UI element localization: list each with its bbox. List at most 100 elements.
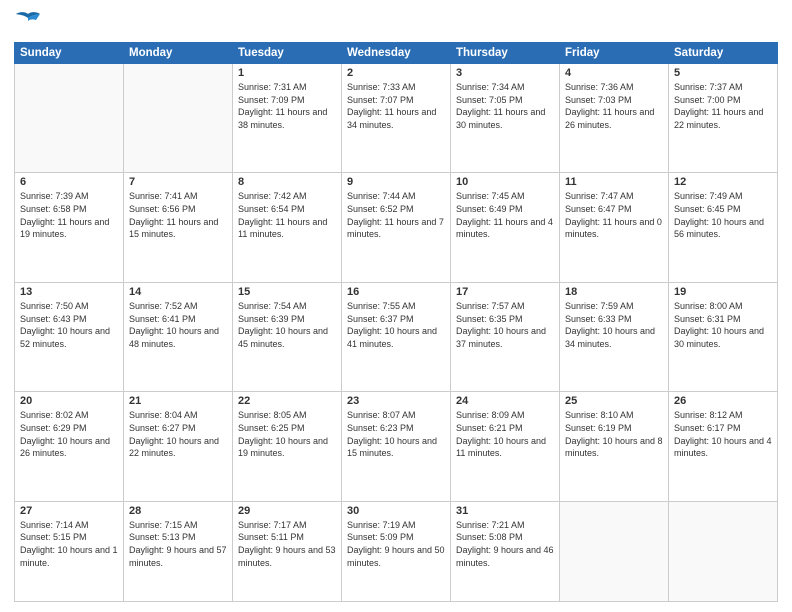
day-number: 16 — [347, 286, 445, 298]
day-number: 22 — [238, 395, 336, 407]
calendar-cell: 19 Sunrise: 8:00 AM Sunset: 6:31 PM Dayli… — [669, 282, 778, 391]
day-number: 31 — [456, 505, 554, 517]
day-info: Sunrise: 8:05 AM Sunset: 6:25 PM Dayligh… — [238, 409, 336, 459]
calendar-cell: 23 Sunrise: 8:07 AM Sunset: 6:23 PM Dayli… — [342, 392, 451, 501]
day-info: Sunrise: 8:02 AM Sunset: 6:29 PM Dayligh… — [20, 409, 118, 459]
calendar-cell: 6 Sunrise: 7:39 AM Sunset: 6:58 PM Daylig… — [15, 173, 124, 282]
day-info: Sunrise: 8:09 AM Sunset: 6:21 PM Dayligh… — [456, 409, 554, 459]
calendar-cell: 21 Sunrise: 8:04 AM Sunset: 6:27 PM Dayli… — [124, 392, 233, 501]
day-number: 3 — [456, 67, 554, 79]
weekday-header-monday: Monday — [124, 43, 233, 64]
day-number: 13 — [20, 286, 118, 298]
calendar-cell: 25 Sunrise: 8:10 AM Sunset: 6:19 PM Dayli… — [560, 392, 669, 501]
calendar-cell: 31 Sunrise: 7:21 AM Sunset: 5:08 PM Dayli… — [451, 501, 560, 601]
day-info: Sunrise: 8:04 AM Sunset: 6:27 PM Dayligh… — [129, 409, 227, 459]
week-row-3: 13 Sunrise: 7:50 AM Sunset: 6:43 PM Dayli… — [15, 282, 778, 391]
calendar-cell — [669, 501, 778, 601]
day-number: 6 — [20, 176, 118, 188]
day-info: Sunrise: 7:41 AM Sunset: 6:56 PM Dayligh… — [129, 190, 227, 240]
day-number: 12 — [674, 176, 772, 188]
day-info: Sunrise: 8:10 AM Sunset: 6:19 PM Dayligh… — [565, 409, 663, 459]
day-number: 17 — [456, 286, 554, 298]
day-info: Sunrise: 7:34 AM Sunset: 7:05 PM Dayligh… — [456, 81, 554, 131]
header — [14, 10, 778, 34]
day-info: Sunrise: 7:21 AM Sunset: 5:08 PM Dayligh… — [456, 519, 554, 569]
calendar-cell: 3 Sunrise: 7:34 AM Sunset: 7:05 PM Daylig… — [451, 64, 560, 173]
calendar-cell: 10 Sunrise: 7:45 AM Sunset: 6:49 PM Dayli… — [451, 173, 560, 282]
weekday-header-friday: Friday — [560, 43, 669, 64]
day-info: Sunrise: 7:42 AM Sunset: 6:54 PM Dayligh… — [238, 190, 336, 240]
day-number: 24 — [456, 395, 554, 407]
calendar-cell: 20Sunrise: 8:02 AM Sunset: 6:29 PM Dayli… — [15, 392, 124, 501]
day-info: Sunrise: 7:50 AM Sunset: 6:43 PM Dayligh… — [20, 300, 118, 350]
day-info: Sunrise: 7:36 AM Sunset: 7:03 PM Dayligh… — [565, 81, 663, 131]
calendar-cell: 17 Sunrise: 7:57 AM Sunset: 6:35 PM Dayli… — [451, 282, 560, 391]
weekday-header-sunday: Sunday — [15, 43, 124, 64]
day-info: Sunrise: 8:12 AM Sunset: 6:17 PM Dayligh… — [674, 409, 772, 459]
calendar-cell: 2 Sunrise: 7:33 AM Sunset: 7:07 PM Daylig… — [342, 64, 451, 173]
weekday-header-row: SundayMondayTuesdayWednesdayThursdayFrid… — [15, 43, 778, 64]
day-number: 28 — [129, 505, 227, 517]
day-info: Sunrise: 7:33 AM Sunset: 7:07 PM Dayligh… — [347, 81, 445, 131]
calendar-cell: 5 Sunrise: 7:37 AM Sunset: 7:00 PM Daylig… — [669, 64, 778, 173]
day-info: Sunrise: 7:19 AM Sunset: 5:09 PM Dayligh… — [347, 519, 445, 569]
day-info: Sunrise: 7:55 AM Sunset: 6:37 PM Dayligh… — [347, 300, 445, 350]
day-number: 27 — [20, 505, 118, 517]
weekday-header-tuesday: Tuesday — [233, 43, 342, 64]
day-number: 11 — [565, 176, 663, 188]
day-number: 30 — [347, 505, 445, 517]
week-row-4: 20Sunrise: 8:02 AM Sunset: 6:29 PM Dayli… — [15, 392, 778, 501]
day-number: 15 — [238, 286, 336, 298]
calendar-cell: 12 Sunrise: 7:49 AM Sunset: 6:45 PM Dayli… — [669, 173, 778, 282]
day-info: Sunrise: 7:31 AM Sunset: 7:09 PM Dayligh… — [238, 81, 336, 131]
week-row-2: 6 Sunrise: 7:39 AM Sunset: 6:58 PM Daylig… — [15, 173, 778, 282]
calendar-table: SundayMondayTuesdayWednesdayThursdayFrid… — [14, 42, 778, 602]
day-number: 18 — [565, 286, 663, 298]
weekday-header-thursday: Thursday — [451, 43, 560, 64]
day-info: Sunrise: 7:37 AM Sunset: 7:00 PM Dayligh… — [674, 81, 772, 131]
day-info: Sunrise: 8:07 AM Sunset: 6:23 PM Dayligh… — [347, 409, 445, 459]
calendar-cell: 26 Sunrise: 8:12 AM Sunset: 6:17 PM Dayli… — [669, 392, 778, 501]
day-number: 10 — [456, 176, 554, 188]
day-info: Sunrise: 7:52 AM Sunset: 6:41 PM Dayligh… — [129, 300, 227, 350]
calendar-cell: 22 Sunrise: 8:05 AM Sunset: 6:25 PM Dayli… — [233, 392, 342, 501]
logo — [14, 10, 44, 34]
day-number: 21 — [129, 395, 227, 407]
day-number: 23 — [347, 395, 445, 407]
day-number: 2 — [347, 67, 445, 79]
calendar-cell — [15, 64, 124, 173]
day-info: Sunrise: 7:57 AM Sunset: 6:35 PM Dayligh… — [456, 300, 554, 350]
calendar-cell: 18 Sunrise: 7:59 AM Sunset: 6:33 PM Dayli… — [560, 282, 669, 391]
calendar-cell: 24 Sunrise: 8:09 AM Sunset: 6:21 PM Dayli… — [451, 392, 560, 501]
day-number: 4 — [565, 67, 663, 79]
calendar-cell: 28Sunrise: 7:15 AM Sunset: 5:13 PM Dayli… — [124, 501, 233, 601]
day-number: 7 — [129, 176, 227, 188]
calendar-cell: 16 Sunrise: 7:55 AM Sunset: 6:37 PM Dayli… — [342, 282, 451, 391]
calendar-cell: 9Sunrise: 7:44 AM Sunset: 6:52 PM Daylig… — [342, 173, 451, 282]
day-number: 19 — [674, 286, 772, 298]
day-number: 26 — [674, 395, 772, 407]
day-number: 9 — [347, 176, 445, 188]
day-number: 25 — [565, 395, 663, 407]
weekday-header-wednesday: Wednesday — [342, 43, 451, 64]
calendar-cell — [560, 501, 669, 601]
calendar-cell — [124, 64, 233, 173]
day-info: Sunrise: 8:00 AM Sunset: 6:31 PM Dayligh… — [674, 300, 772, 350]
day-info: Sunrise: 7:17 AM Sunset: 5:11 PM Dayligh… — [238, 519, 336, 569]
calendar-cell: 30 Sunrise: 7:19 AM Sunset: 5:09 PM Dayli… — [342, 501, 451, 601]
day-info: Sunrise: 7:49 AM Sunset: 6:45 PM Dayligh… — [674, 190, 772, 240]
day-number: 29 — [238, 505, 336, 517]
calendar-cell: 15Sunrise: 7:54 AM Sunset: 6:39 PM Dayli… — [233, 282, 342, 391]
calendar-cell: 4 Sunrise: 7:36 AM Sunset: 7:03 PM Daylig… — [560, 64, 669, 173]
calendar-cell: 13 Sunrise: 7:50 AM Sunset: 6:43 PM Dayli… — [15, 282, 124, 391]
day-info: Sunrise: 7:59 AM Sunset: 6:33 PM Dayligh… — [565, 300, 663, 350]
calendar-cell: 11Sunrise: 7:47 AM Sunset: 6:47 PM Dayli… — [560, 173, 669, 282]
day-number: 5 — [674, 67, 772, 79]
day-number: 14 — [129, 286, 227, 298]
calendar-cell: 29 Sunrise: 7:17 AM Sunset: 5:11 PM Dayli… — [233, 501, 342, 601]
calendar-cell: 7 Sunrise: 7:41 AM Sunset: 6:56 PM Daylig… — [124, 173, 233, 282]
day-info: Sunrise: 7:39 AM Sunset: 6:58 PM Dayligh… — [20, 190, 118, 240]
logo-bird-icon — [14, 10, 42, 34]
weekday-header-saturday: Saturday — [669, 43, 778, 64]
day-info: Sunrise: 7:45 AM Sunset: 6:49 PM Dayligh… — [456, 190, 554, 240]
